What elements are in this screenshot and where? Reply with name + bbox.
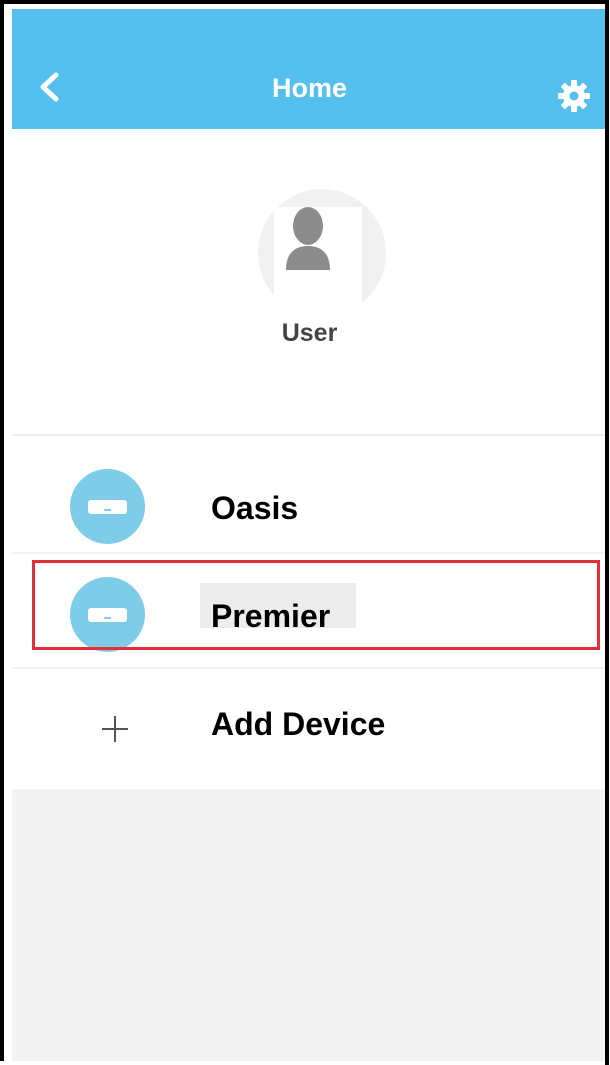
frame-border [605, 0, 609, 1065]
air-conditioner-icon [70, 469, 145, 544]
app-header: Home [12, 9, 606, 129]
user-profile: User [12, 129, 606, 434]
user-silhouette-icon[interactable] [282, 204, 334, 276]
device-row-premier[interactable]: Premier [12, 552, 606, 657]
settings-button[interactable] [557, 79, 591, 113]
device-row-oasis[interactable]: Oasis [12, 444, 606, 549]
device-name: Oasis [211, 490, 299, 526]
air-conditioner-icon [70, 577, 145, 652]
add-device-label: Add Device [211, 706, 386, 742]
gear-icon [558, 80, 590, 112]
device-name: Premier [211, 598, 331, 634]
empty-area [12, 789, 606, 1061]
user-name: User [281, 319, 338, 347]
page-title: Home [271, 73, 347, 103]
add-device-button[interactable]: Add Device [12, 669, 606, 784]
plus-icon [100, 714, 130, 744]
section-divider [12, 434, 606, 436]
app-window: Home User Oasis Premier Add Device [0, 0, 606, 1061]
